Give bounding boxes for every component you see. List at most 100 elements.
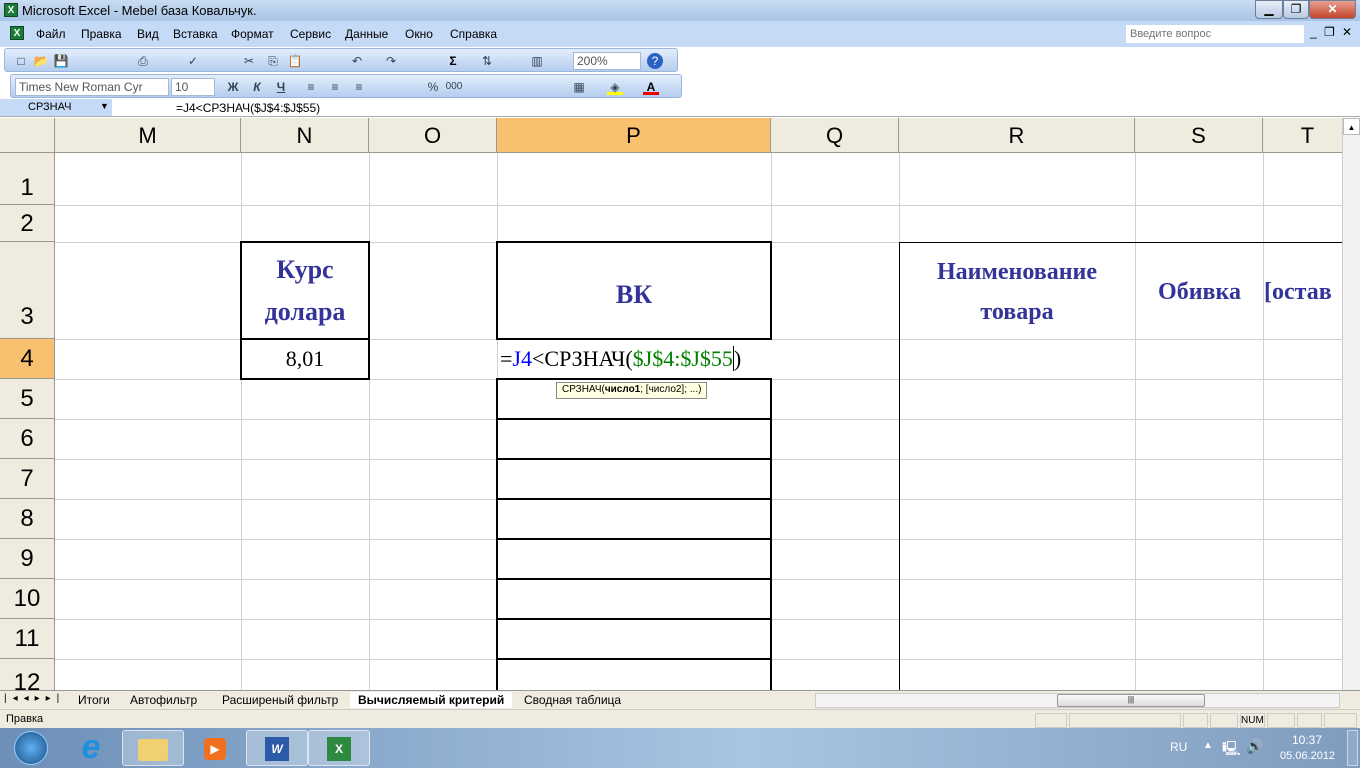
row-header-7[interactable]: 7 — [0, 459, 55, 499]
menu-file[interactable]: Файл — [36, 27, 66, 41]
name-box-dropdown-icon[interactable]: ▼ — [100, 101, 109, 111]
tab-calculated-criterion[interactable]: Вычисляемый критерий — [350, 692, 513, 708]
function-tooltip[interactable]: СРЗНАЧ(число1; [число2]; ...) — [556, 382, 708, 399]
tab-itogi[interactable]: Итоги — [70, 692, 118, 708]
clock-time[interactable]: 10:37 — [1292, 733, 1322, 747]
help-question-input[interactable] — [1126, 25, 1304, 43]
tab-autofilter[interactable]: Автофильтр — [122, 692, 205, 708]
row-header-3[interactable]: 3 — [0, 242, 55, 339]
row-header-2[interactable]: 2 — [0, 205, 55, 242]
cell-p11[interactable] — [496, 618, 772, 660]
align-center-icon[interactable]: ≡ — [327, 79, 343, 95]
cell-p9[interactable] — [496, 538, 772, 580]
new-icon[interactable]: □ — [13, 53, 29, 69]
vertical-scrollbar[interactable]: ▲ — [1342, 118, 1360, 690]
excel-taskbar-button[interactable]: X — [308, 730, 370, 766]
row-header-9[interactable]: 9 — [0, 539, 55, 579]
font-select[interactable]: Times New Roman Cyr — [15, 78, 169, 96]
menu-edit[interactable]: Правка — [81, 27, 122, 41]
row-header-6[interactable]: 6 — [0, 419, 55, 459]
chart-icon[interactable]: ▥ — [529, 53, 545, 69]
explorer-taskbar-button[interactable] — [122, 730, 184, 766]
cell-n3[interactable]: Курс долара — [240, 241, 370, 340]
cell-p6[interactable] — [496, 418, 772, 460]
menu-format[interactable]: Формат — [231, 27, 274, 41]
row-header-10[interactable]: 10 — [0, 579, 55, 619]
row-header-8[interactable]: 8 — [0, 499, 55, 539]
borders-icon[interactable]: ▦ — [571, 79, 587, 95]
formula-input[interactable]: =J4<СРЗНАЧ($J$4:$J$55) — [176, 101, 320, 115]
column-header-q[interactable]: Q — [771, 118, 899, 153]
column-header-p[interactable]: P — [497, 118, 771, 153]
start-button[interactable] — [14, 731, 48, 765]
cell-p7[interactable] — [496, 458, 772, 500]
restore-button[interactable]: ❐ — [1283, 0, 1309, 19]
internet-explorer-icon[interactable]: e — [60, 730, 122, 766]
open-icon[interactable]: 📂 — [33, 53, 49, 69]
font-color-icon[interactable]: A — [643, 79, 659, 95]
show-hidden-icons[interactable]: ▲ — [1203, 740, 1213, 751]
autosum-icon[interactable]: Σ — [445, 53, 461, 69]
cell-s3[interactable]: Обивка — [1136, 244, 1263, 339]
row-header-4[interactable]: 4 — [0, 339, 55, 379]
spelling-icon[interactable]: ✓ — [185, 53, 201, 69]
word-taskbar-button[interactable]: W — [246, 730, 308, 766]
cell-p12[interactable] — [496, 658, 772, 690]
fill-color-icon[interactable]: ◈ — [607, 79, 623, 95]
doc-minimize-button[interactable]: _ — [1310, 25, 1317, 39]
scroll-up-icon[interactable]: ▲ — [1343, 118, 1360, 135]
redo-icon[interactable]: ↷ — [383, 53, 399, 69]
menu-data[interactable]: Данные — [345, 27, 388, 41]
show-desktop-button[interactable] — [1347, 730, 1358, 766]
cell-r3[interactable]: Наименование товара — [900, 244, 1134, 339]
row-header-1[interactable]: 1 — [0, 153, 55, 205]
horizontal-scroll-thumb[interactable]: ||| — [1057, 694, 1205, 707]
doc-close-button[interactable]: ✕ — [1342, 25, 1352, 39]
menu-tools[interactable]: Сервис — [290, 27, 331, 41]
help-icon[interactable]: ? — [647, 53, 663, 69]
sort-asc-icon[interactable]: ⇅ — [479, 53, 495, 69]
volume-icon[interactable]: 🔊 — [1246, 738, 1263, 755]
undo-icon[interactable]: ↶ — [349, 53, 365, 69]
cell-p8[interactable] — [496, 498, 772, 540]
zoom-select[interactable]: 200% — [573, 52, 641, 70]
menu-window[interactable]: Окно — [405, 27, 433, 41]
column-header-n[interactable]: N — [241, 118, 369, 153]
minimize-button[interactable]: ▁ — [1255, 0, 1283, 19]
tab-nav-arrows-icon[interactable]: |◂◂▸▸| — [4, 693, 65, 704]
cell-t3[interactable]: [остав — [1264, 244, 1342, 339]
menu-insert[interactable]: Вставка — [173, 27, 218, 41]
cell-p3[interactable]: ВК — [496, 241, 772, 340]
menu-help[interactable]: Справка — [450, 27, 497, 41]
cell-p10[interactable] — [496, 578, 772, 620]
menu-view[interactable]: Вид — [137, 27, 159, 41]
column-header-t[interactable]: T — [1263, 118, 1342, 153]
cell-n4[interactable]: 8,01 — [240, 338, 370, 380]
doc-restore-button[interactable]: ❐ — [1324, 25, 1335, 39]
row-header-5[interactable]: 5 — [0, 379, 55, 419]
column-header-s[interactable]: S — [1135, 118, 1263, 153]
media-player-button[interactable]: ▶ — [184, 730, 246, 766]
cell-p4-editing[interactable]: =J4<СРЗНАЧ($J$4:$J$55) — [500, 340, 800, 378]
thousands-button[interactable]: 000 — [443, 79, 465, 95]
font-size-select[interactable]: 10 — [171, 78, 215, 96]
paste-icon[interactable]: 📋 — [287, 53, 303, 69]
row-header-12[interactable]: 12 — [0, 659, 55, 690]
align-right-icon[interactable]: ≡ — [351, 79, 367, 95]
name-box[interactable]: СРЗНАЧ — [0, 99, 112, 116]
align-left-icon[interactable]: ≡ — [303, 79, 319, 95]
print-icon[interactable]: ⎙ — [135, 53, 151, 69]
bold-button[interactable]: Ж — [225, 79, 241, 95]
close-button[interactable]: ✕ — [1309, 0, 1356, 19]
column-header-m[interactable]: M — [55, 118, 241, 153]
tab-pivot-table[interactable]: Сводная таблица — [516, 692, 629, 708]
percent-button[interactable]: % — [425, 79, 441, 95]
save-icon[interactable]: 💾 — [53, 53, 69, 69]
tab-advanced-filter[interactable]: Расширеный фильтр — [214, 692, 346, 708]
cut-icon[interactable]: ✂ — [241, 53, 257, 69]
language-indicator[interactable]: RU — [1170, 740, 1187, 754]
network-icon[interactable]: 🖳 — [1222, 738, 1241, 762]
italic-button[interactable]: К — [249, 79, 265, 95]
horizontal-scrollbar[interactable]: ||| — [815, 693, 1340, 708]
copy-icon[interactable]: ⎘ — [265, 53, 281, 69]
